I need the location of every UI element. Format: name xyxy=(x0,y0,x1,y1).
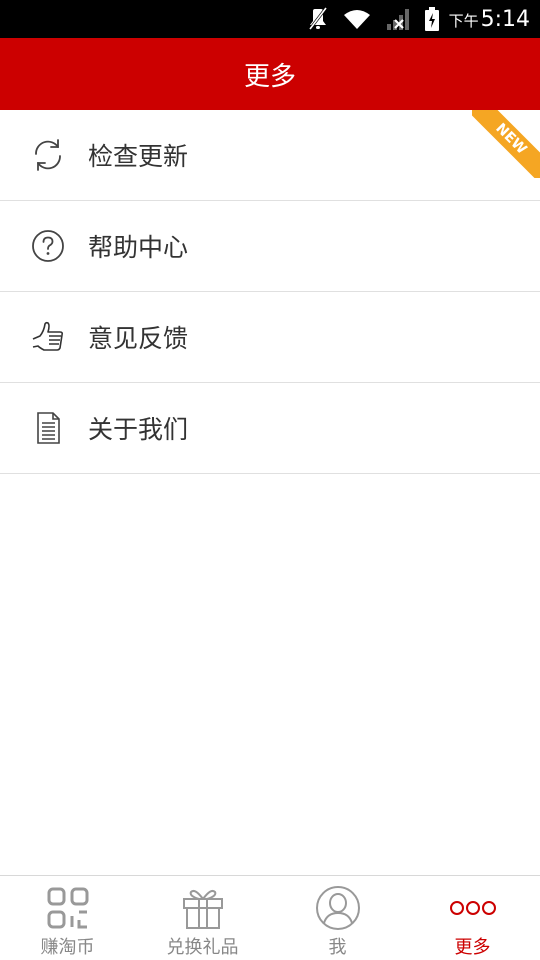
menu-item-label: 关于我们 xyxy=(88,415,189,444)
qr-grid-icon xyxy=(46,885,90,931)
menu-item-check-update[interactable]: 检查更新 NEW xyxy=(0,110,540,201)
signal-icon xyxy=(385,7,411,31)
nav-more[interactable]: 更多 xyxy=(405,876,540,960)
user-icon xyxy=(315,885,361,931)
menu-item-feedback[interactable]: 意见反馈 xyxy=(0,292,540,383)
menu-item-label: 检查更新 xyxy=(88,142,189,171)
menu-item-help-center[interactable]: 帮助中心 xyxy=(0,201,540,292)
thumbs-up-icon xyxy=(30,319,66,355)
bottom-nav: 赚淘币 兑换礼品 我 更多 xyxy=(0,875,540,960)
new-badge: NEW xyxy=(472,110,540,178)
help-icon xyxy=(30,228,66,264)
gift-icon xyxy=(181,885,225,931)
nav-label: 我 xyxy=(328,937,347,958)
status-ampm: 下午 xyxy=(448,11,479,30)
document-icon xyxy=(30,410,66,446)
nav-label: 兑换礼品 xyxy=(166,937,239,958)
nav-earn-coins[interactable]: 赚淘币 xyxy=(0,876,135,960)
nav-me[interactable]: 我 xyxy=(270,876,405,960)
nav-label: 更多 xyxy=(454,937,491,958)
mute-icon xyxy=(307,7,329,31)
menu-item-label: 意见反馈 xyxy=(88,324,189,353)
status-time: 5:14 xyxy=(480,6,530,32)
menu-list: 检查更新 NEW 帮助中心 意见反馈 关于我们 xyxy=(0,110,540,474)
menu-item-about-us[interactable]: 关于我们 xyxy=(0,383,540,474)
battery-icon xyxy=(424,7,439,31)
refresh-icon xyxy=(30,137,66,173)
status-bar: 下午 5:14 xyxy=(0,0,540,38)
page-title: 更多 xyxy=(243,61,296,92)
app-header: 更多 xyxy=(0,38,540,110)
nav-redeem-gifts[interactable]: 兑换礼品 xyxy=(135,876,270,960)
menu-item-label: 帮助中心 xyxy=(88,233,189,262)
nav-label: 赚淘币 xyxy=(40,937,95,958)
wifi-icon xyxy=(343,8,371,30)
more-dots-icon xyxy=(449,885,497,931)
